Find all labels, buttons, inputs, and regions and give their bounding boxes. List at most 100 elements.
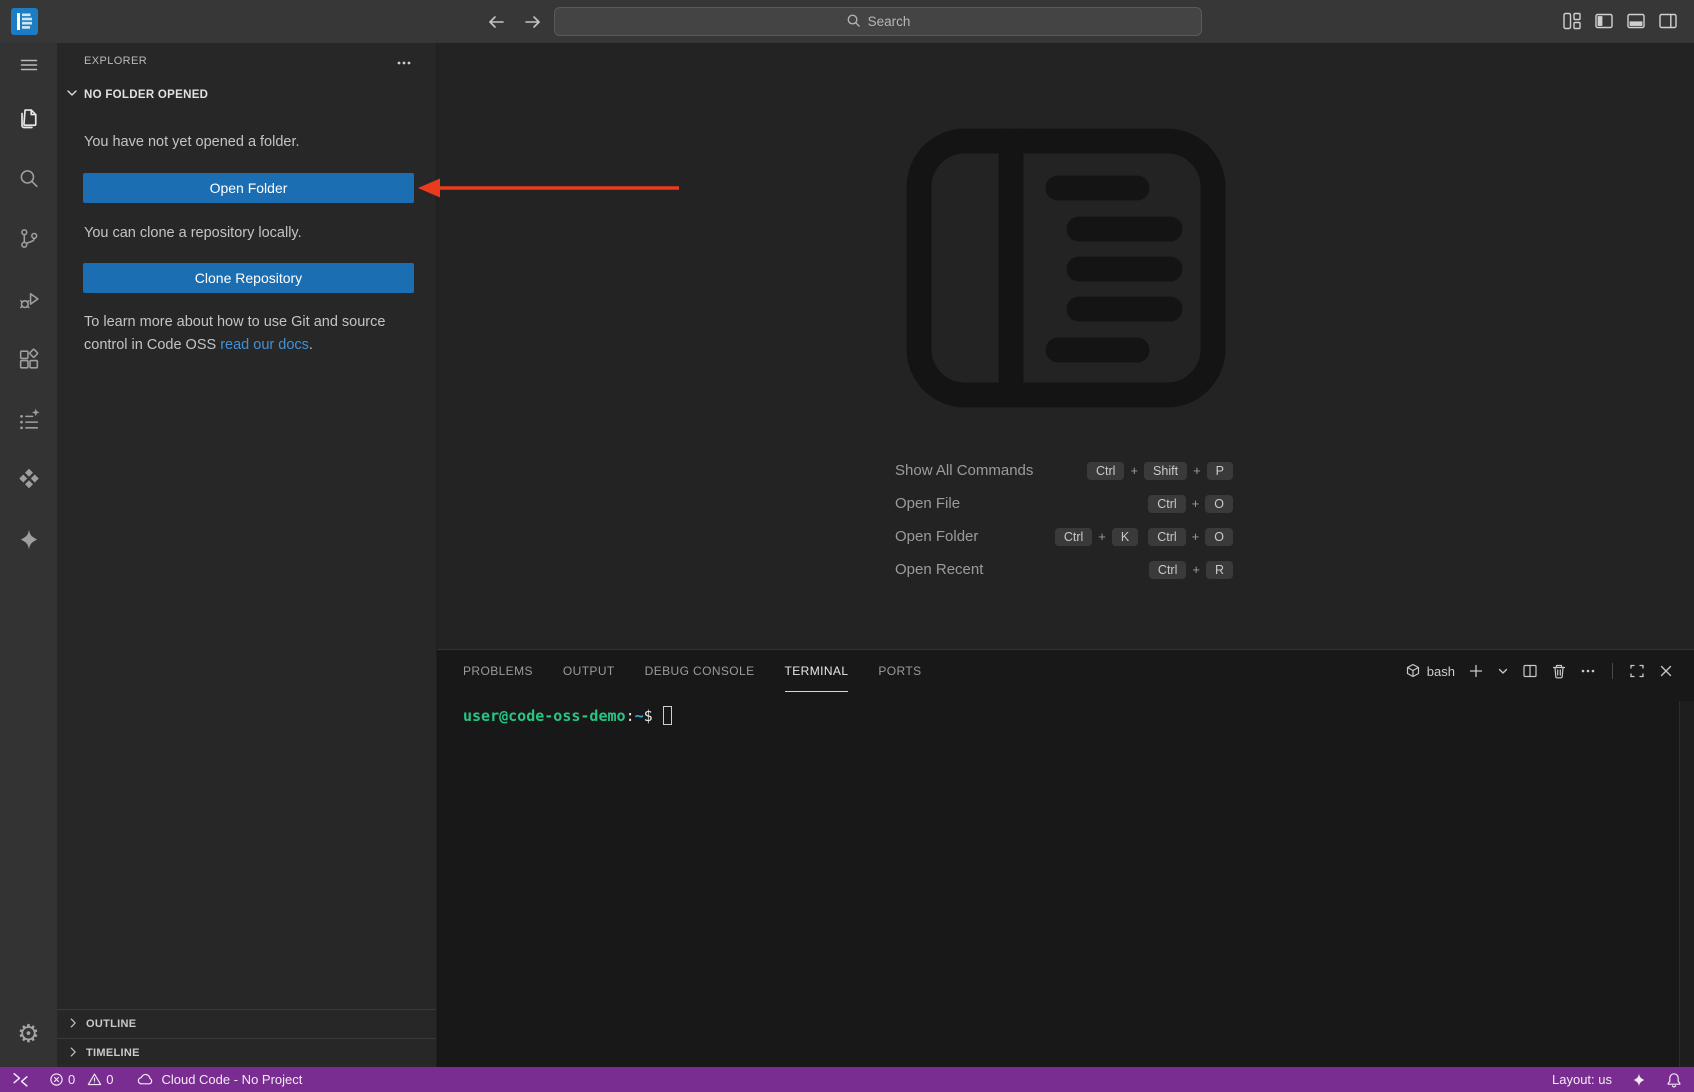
code-oss-logo-icon[interactable] [11, 8, 38, 35]
layout-controls [1562, 11, 1678, 31]
terminal-instance[interactable]: bash [1405, 663, 1455, 679]
panel-tab-ports[interactable]: PORTS [878, 650, 921, 692]
keycap: Ctrl [1149, 561, 1186, 579]
search-icon [846, 13, 861, 31]
navigate-forward-icon[interactable] [521, 10, 545, 34]
ai-task-list-icon[interactable] [16, 407, 41, 432]
annotation-arrow [415, 171, 683, 205]
terminal-scrollbar[interactable] [1679, 701, 1694, 1067]
shell-label: bash [1427, 664, 1455, 679]
key-separator: + [1193, 463, 1201, 478]
outline-label: OUTLINE [86, 1018, 136, 1030]
timeline-section-header[interactable]: TIMELINE [57, 1038, 436, 1067]
outline-section-header[interactable]: OUTLINE [57, 1009, 436, 1038]
source-control-icon[interactable] [16, 226, 41, 251]
no-folder-section-header[interactable]: NO FOLDER OPENED [64, 85, 208, 104]
warning-icon [87, 1072, 102, 1087]
keycap: R [1206, 561, 1233, 579]
shortcut-label: Open Recent [895, 561, 983, 578]
keyboard-layout-status[interactable]: Layout: us [1552, 1072, 1612, 1087]
terminal-cursor [663, 706, 672, 725]
toggle-secondary-sidebar-icon[interactable] [1658, 11, 1678, 31]
read-our-docs-link[interactable]: read our docs [220, 337, 309, 353]
views-and-more-actions-icon[interactable] [396, 55, 412, 76]
gemini-status-icon[interactable] [1631, 1072, 1647, 1088]
notifications-bell-icon[interactable] [1666, 1072, 1682, 1088]
clone-text: You can clone a repository locally. [84, 222, 416, 245]
panel-tab-terminal[interactable]: TERMINAL [785, 650, 849, 692]
search-view-icon[interactable] [16, 166, 41, 191]
cloud-code-status[interactable]: Cloud Code - No Project [137, 1072, 302, 1087]
run-and-debug-icon[interactable] [16, 288, 41, 313]
new-terminal-icon[interactable] [1468, 663, 1484, 679]
status-bar: 0 0 Cloud Code - No Project Layout: us [0, 1067, 1694, 1092]
chevron-down-icon [64, 85, 80, 104]
warning-count: 0 [106, 1072, 113, 1087]
kill-terminal-trash-icon[interactable] [1551, 663, 1567, 679]
titlebar: Search [0, 0, 1694, 43]
key-separator: + [1192, 562, 1200, 577]
terminal-toolbar: bash [1405, 650, 1674, 692]
gemini-icon[interactable] [16, 527, 41, 552]
sidebar-title: EXPLORER [84, 55, 147, 67]
remote-indicator[interactable] [12, 1071, 29, 1088]
shortcut-label: Open File [895, 495, 960, 512]
panel-more-actions-icon[interactable] [1580, 663, 1596, 679]
keycap: Ctrl [1148, 495, 1185, 513]
explorer-icon[interactable] [15, 105, 42, 132]
split-terminal-icon[interactable] [1522, 663, 1538, 679]
launch-profile-chevron-icon[interactable] [1497, 665, 1509, 677]
extensions-icon[interactable] [16, 347, 41, 372]
cloud-code-label: Cloud Code - No Project [161, 1072, 302, 1087]
shortcut-row: Open Recent Ctrl + R [895, 553, 1233, 586]
navigate-back-icon[interactable] [484, 10, 508, 34]
maximize-panel-icon[interactable] [1629, 663, 1645, 679]
key-separator: + [1130, 463, 1138, 478]
code-oss-watermark-logo [906, 128, 1226, 413]
shortcut-label: Show All Commands [895, 462, 1033, 479]
chevron-right-icon [66, 1016, 80, 1033]
error-count: 0 [68, 1072, 75, 1087]
bash-shell-icon [1405, 663, 1421, 679]
timeline-label: TIMELINE [86, 1047, 140, 1059]
cloud-code-icon[interactable] [16, 466, 41, 491]
keycap: Shift [1144, 462, 1187, 480]
docs-text-after: . [309, 337, 313, 353]
panel-tab-debug-console[interactable]: DEBUG CONSOLE [645, 650, 755, 692]
prompt-symbol: $ [644, 707, 653, 725]
command-center-search[interactable]: Search [554, 7, 1202, 36]
shortcut-label: Open Folder [895, 528, 978, 545]
toggle-panel-icon[interactable] [1626, 11, 1646, 31]
keycap: Ctrl [1087, 462, 1124, 480]
chevron-right-icon [66, 1045, 80, 1062]
shortcut-row: Open File Ctrl + O [895, 487, 1233, 520]
key-separator: + [1098, 529, 1106, 544]
keycap: Ctrl [1055, 528, 1092, 546]
keycap: K [1112, 528, 1138, 546]
clone-repository-button[interactable]: Clone Repository [83, 263, 414, 293]
customize-layout-icon[interactable] [1562, 11, 1582, 31]
open-folder-button[interactable]: Open Folder [83, 173, 414, 203]
shortcut-row: Show All Commands Ctrl + Shift + P [895, 454, 1233, 487]
explorer-sidebar: EXPLORER NO FOLDER OPENED You have not y… [57, 43, 437, 1067]
menu-icon[interactable] [17, 53, 41, 77]
key-separator: + [1192, 496, 1200, 511]
toggle-primary-sidebar-icon[interactable] [1594, 11, 1614, 31]
panel-tab-problems[interactable]: PROBLEMS [463, 650, 533, 692]
panel-tab-output[interactable]: OUTPUT [563, 650, 615, 692]
keycap: O [1205, 528, 1233, 546]
problems-status[interactable]: 0 0 [49, 1072, 113, 1087]
panel-tabs: PROBLEMS OUTPUT DEBUG CONSOLE TERMINAL PORTS [463, 650, 922, 692]
prompt-separator: : [626, 707, 635, 725]
watermark-shortcuts: Show All Commands Ctrl + Shift + P Open File Ct… [895, 454, 1233, 586]
error-icon [49, 1072, 64, 1087]
vscode-window: Search [0, 0, 1694, 1092]
no-folder-text: You have not yet opened a folder. [84, 131, 416, 154]
keycap: O [1205, 495, 1233, 513]
layout-label: Layout: us [1552, 1072, 1612, 1087]
terminal-prompt[interactable]: user@code-oss-demo:~$ [463, 706, 672, 725]
settings-gear-icon[interactable]: ⚙ [17, 1021, 39, 1046]
close-panel-icon[interactable] [1658, 663, 1674, 679]
keycap: P [1207, 462, 1233, 480]
bottom-panel: PROBLEMS OUTPUT DEBUG CONSOLE TERMINAL PORTS… [437, 649, 1694, 1067]
